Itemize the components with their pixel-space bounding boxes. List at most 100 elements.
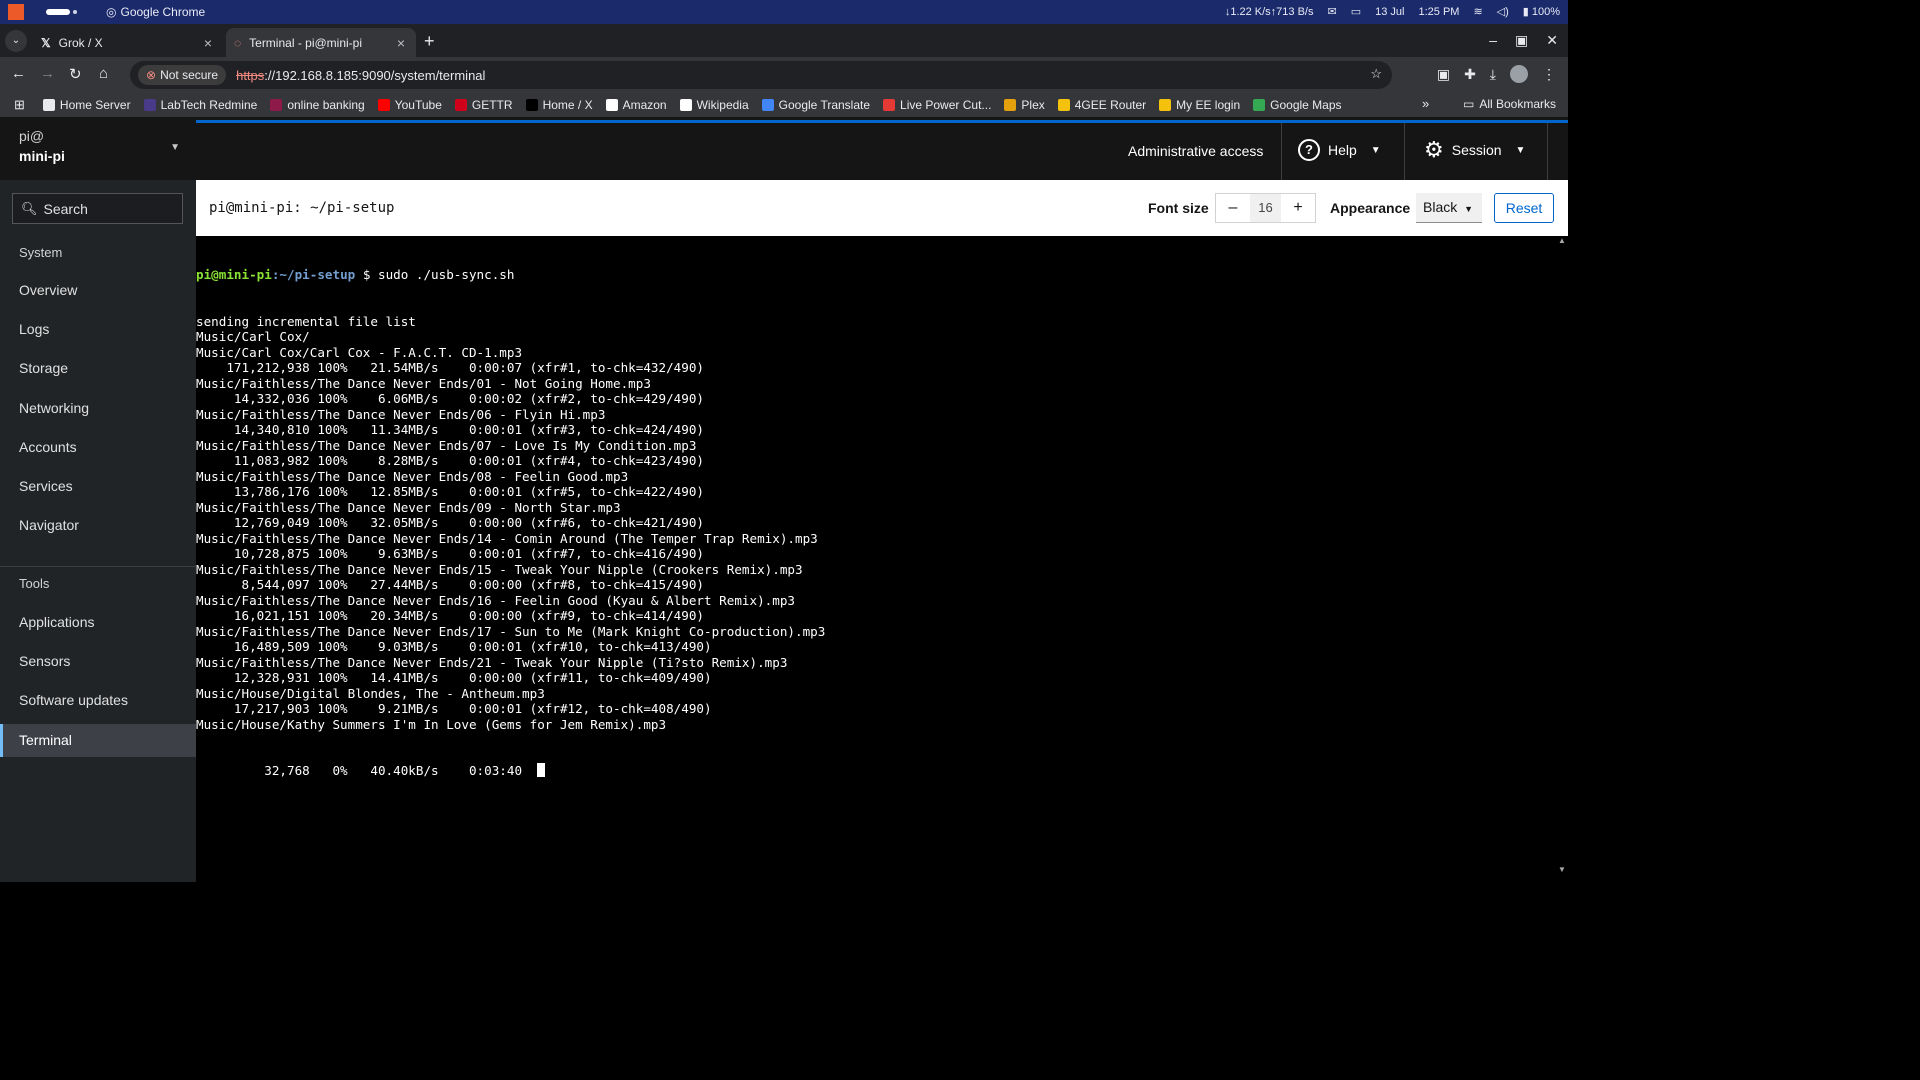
sidebar-item-storage[interactable]: Storage — [0, 352, 196, 385]
bookmark-star-icon[interactable]: ☆ — [1370, 66, 1382, 82]
bookmark-item[interactable]: My EE login — [1159, 98, 1240, 112]
bookmark-item[interactable]: Amazon — [605, 98, 667, 112]
bookmark-item[interactable]: Plex — [1004, 98, 1045, 112]
sidebar-item-services[interactable]: Services — [0, 470, 196, 503]
extensions-icon[interactable]: ✚ — [1464, 66, 1476, 83]
bookmark-favicon-icon — [605, 99, 618, 111]
bookmark-item[interactable]: Google Translate — [761, 98, 871, 112]
tab-search-chevron-icon[interactable]: ⌄ — [5, 30, 27, 52]
terminal-scrollbar[interactable]: ▲ ▼ — [1556, 236, 1568, 882]
bookmark-label: Live Power Cut... — [900, 98, 992, 112]
close-tab-icon[interactable]: × — [394, 35, 408, 51]
bookmark-label: Home Server — [59, 98, 131, 112]
address-bar[interactable]: ⊗ Not secure https://192.168.8.185:9090/… — [130, 61, 1392, 89]
bookmark-item[interactable]: Home / X — [525, 98, 593, 112]
terminal-line: Music/Faithless/The Dance Never Ends/17 … — [196, 623, 826, 639]
profile-avatar[interactable] — [1510, 65, 1528, 83]
terminal-toolbar: pi@mini-pi: ~/pi-setup Font size – 16 + … — [196, 180, 1568, 236]
url-text[interactable]: https://192.168.8.185:9090/system/termin… — [236, 68, 485, 83]
workspace-dot[interactable] — [73, 10, 77, 14]
workspace-indicator[interactable] — [46, 9, 70, 15]
minimize-icon[interactable]: – — [1489, 32, 1497, 49]
download-icon[interactable]: ⤓ — [1490, 66, 1496, 83]
home-icon[interactable]: ⌂ — [99, 65, 108, 82]
increase-font-button[interactable]: + — [1281, 194, 1315, 222]
bookmark-item[interactable]: GETTR — [454, 98, 513, 112]
cockpit-favicon-icon: ◌ — [234, 35, 242, 50]
bookmark-label: Google Maps — [1270, 98, 1342, 112]
terminal-line: 16,489,509 100% 9.03MB/s 0:00:01 (xfr#10… — [196, 639, 712, 654]
wifi-icon[interactable]: ≋ — [1473, 5, 1482, 18]
bookmark-item[interactable]: Live Power Cut... — [883, 98, 991, 112]
bookmark-label: Plex — [1021, 98, 1045, 112]
bookmark-item[interactable]: Wikipedia — [679, 98, 749, 112]
bookmark-item[interactable]: online banking — [270, 98, 365, 112]
bookmark-item[interactable]: LabTech Redmine — [143, 98, 257, 112]
reset-button[interactable]: Reset — [1494, 193, 1554, 223]
apps-grid-icon[interactable]: ⊞ — [14, 97, 25, 113]
terminal-cursor — [537, 763, 546, 777]
sidebar-item-networking[interactable]: Networking — [0, 392, 196, 425]
sidebar-item-software-updates[interactable]: Software updates — [0, 684, 196, 717]
tab-terminal[interactable]: ◌ Terminal - pi@mini-pi × — [226, 28, 416, 57]
scroll-down-icon[interactable]: ▼ — [1558, 865, 1566, 874]
battery-icon: ▮ — [1522, 6, 1529, 18]
gear-icon: ⚙ — [1424, 137, 1444, 162]
help-label: Help — [1328, 142, 1357, 158]
nav-search-input[interactable]: 🔍︎ Search — [12, 193, 183, 224]
os-logo-icon[interactable] — [8, 4, 24, 20]
terminal-line: 14,340,810 100% 11.34MB/s 0:00:01 (xfr#3… — [196, 422, 704, 437]
terminal-output[interactable]: pi@mini-pi:~/pi-setup $ sudo ./usb-sync.… — [196, 236, 1556, 882]
bookmark-item[interactable]: YouTube — [377, 98, 442, 112]
font-size-value[interactable]: 16 — [1250, 194, 1281, 222]
clipboard-icon[interactable]: ▭ — [1351, 5, 1361, 18]
system-tray: ↓1.22 K/s↑713 B/s ✉ ▭ 13 Jul 1:25 PM ≋ ◁… — [1211, 5, 1560, 19]
bookmark-favicon-icon — [761, 99, 774, 111]
host-switcher[interactable]: pi@ mini-pi ▼ — [0, 120, 196, 180]
bookmark-item[interactable]: 4GEE Router — [1057, 98, 1146, 112]
mail-icon[interactable]: ✉ — [1328, 5, 1337, 18]
bookmark-label: Google Translate — [778, 98, 871, 112]
forward-icon[interactable]: → — [40, 65, 55, 82]
close-window-icon[interactable]: ✕ — [1546, 32, 1558, 49]
maximize-icon[interactable]: ▣ — [1515, 32, 1528, 49]
bookmark-item[interactable]: Home Server — [42, 98, 131, 112]
terminal-line: 12,328,931 100% 14.41MB/s 0:00:00 (xfr#1… — [196, 670, 712, 685]
site-info-chip[interactable]: ⊗ Not secure — [138, 65, 227, 85]
more-bookmarks-icon[interactable]: » — [1422, 96, 1429, 111]
progress-text: 32,768 0% 40.40kB/s 0:03:40 — [196, 763, 538, 778]
terminal-line: Music/Faithless/The Dance Never Ends/06 … — [196, 406, 606, 422]
reload-icon[interactable]: ↻ — [69, 65, 82, 83]
sidebar-item-accounts[interactable]: Accounts — [0, 431, 196, 464]
system-heading: System — [19, 245, 63, 260]
help-menu-button[interactable]: ? Help ▼ — [1298, 139, 1381, 161]
header-divider — [1547, 123, 1548, 180]
tab-grok[interactable]: 𝕏 Grok / X × — [33, 28, 223, 57]
sidebar-item-sensors[interactable]: Sensors — [0, 645, 196, 678]
cast-icon[interactable]: ▣ — [1437, 66, 1450, 83]
decrease-font-button[interactable]: – — [1216, 194, 1250, 222]
sidebar-item-overview[interactable]: Overview — [0, 274, 196, 307]
bookmark-favicon-icon — [1253, 99, 1266, 111]
session-menu-button[interactable]: ⚙ Session ▼ — [1424, 139, 1525, 161]
clock[interactable]: 1:25 PM — [1418, 6, 1459, 18]
new-tab-icon[interactable]: + — [424, 31, 435, 52]
close-tab-icon[interactable]: × — [201, 35, 215, 51]
scroll-up-icon[interactable]: ▲ — [1558, 236, 1566, 245]
sidebar-item-logs[interactable]: Logs — [0, 313, 196, 346]
search-placeholder: Search — [43, 200, 88, 217]
administrative-access-button[interactable]: Administrative access — [1128, 143, 1263, 159]
volume-icon[interactable]: ◁) — [1497, 5, 1509, 18]
sidebar-item-navigator[interactable]: Navigator — [0, 509, 196, 542]
host-caret-icon[interactable]: ▼ — [170, 142, 180, 153]
all-bookmarks-button[interactable]: ▭ All Bookmarks — [1463, 97, 1556, 111]
back-icon[interactable]: ← — [11, 65, 26, 82]
appearance-select[interactable]: Black ▼ — [1416, 193, 1482, 223]
bookmark-item[interactable]: Google Maps — [1253, 98, 1342, 112]
sidebar-item-terminal[interactable]: Terminal — [0, 723, 196, 757]
bookmark-label: online banking — [287, 98, 365, 112]
all-bookmarks-label: All Bookmarks — [1479, 97, 1556, 111]
sidebar-item-applications[interactable]: Applications — [0, 606, 196, 639]
prompt-command: $ sudo ./usb-sync.sh — [355, 267, 515, 282]
menu-icon[interactable]: ⋮ — [1542, 66, 1556, 83]
